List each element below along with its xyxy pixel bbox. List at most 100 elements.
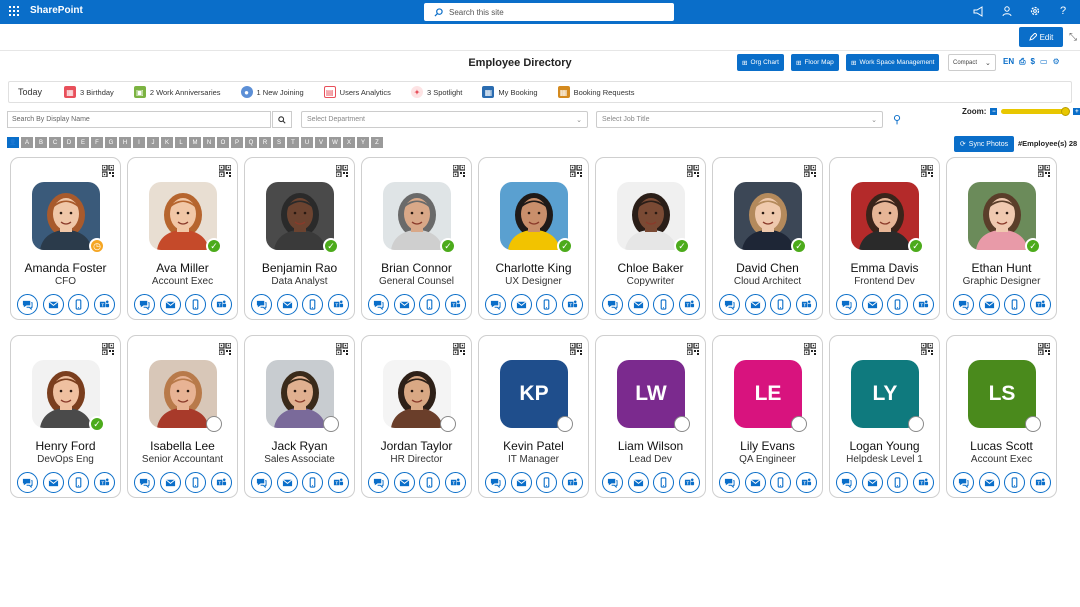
qr-code-icon[interactable] [452,342,466,356]
mail-button[interactable] [744,472,766,493]
phone-button[interactable] [653,472,675,493]
employee-name[interactable]: Lily Evans [713,439,822,453]
employee-name[interactable]: Isabella Lee [128,439,237,453]
avatar[interactable] [149,360,217,428]
employee-card[interactable]: Isabella Lee Senior Accountant T [127,335,238,498]
alphabet-letter-d[interactable]: D [63,137,75,148]
phone-button[interactable] [887,294,909,315]
search-button[interactable] [272,111,292,128]
teams-button[interactable]: T [912,472,934,493]
tab-spotlight[interactable]: ✦ 3 Spotlight [410,86,462,98]
mail-button[interactable] [744,294,766,315]
avatar[interactable] [383,182,451,250]
org-chart-button[interactable]: ⊞ Org Chart [737,54,784,71]
all-users-icon[interactable]: 👤 [7,137,19,148]
phone-button[interactable] [653,294,675,315]
chat-button[interactable] [836,472,857,493]
floor-map-button[interactable]: ⊞ Floor Map [791,54,839,71]
mail-button[interactable] [510,472,532,493]
employee-name[interactable]: Logan Young [830,439,939,453]
chat-button[interactable] [251,472,272,493]
employee-card[interactable]: LY Logan Young Helpdesk Level 1 T [829,335,940,498]
alphabet-letter-k[interactable]: K [161,137,173,148]
avatar[interactable] [851,182,919,250]
employee-name[interactable]: Charlotte King [479,261,588,275]
alphabet-letter-p[interactable]: P [231,137,243,148]
alphabet-letter-v[interactable]: V [315,137,327,148]
employee-name[interactable]: Brian Connor [362,261,471,275]
phone-button[interactable] [536,294,558,315]
help-icon[interactable]: ? [1056,4,1070,18]
phone-button[interactable] [68,472,90,493]
people-icon[interactable] [1000,4,1014,18]
teams-button[interactable]: T [1029,294,1051,315]
megaphone-icon[interactable] [972,4,986,18]
chat-button[interactable] [485,472,506,493]
qr-code-icon[interactable] [920,164,934,178]
tab-new-joining[interactable]: ● 1 New Joining [240,86,304,98]
app-launcher-icon[interactable] [9,6,19,16]
language-select[interactable]: EN [1003,57,1014,67]
employee-card[interactable]: ✓ Brian Connor General Counsel T [361,157,472,320]
settings-icon[interactable]: ⚙ [1053,57,1060,67]
chat-button[interactable] [134,294,155,315]
qr-code-icon[interactable] [803,342,817,356]
employee-name[interactable]: Ethan Hunt [947,261,1056,275]
avatar-initials[interactable]: LS [968,360,1036,428]
brand-name[interactable]: SharePoint [30,5,83,16]
teams-button[interactable]: T [1029,472,1051,493]
employee-card[interactable]: ✓ David Chen Cloud Architect T [712,157,823,320]
name-search-input[interactable]: Search By Display Name [7,111,271,128]
mail-button[interactable] [42,472,64,493]
mail-button[interactable] [627,472,649,493]
gear-icon[interactable] [1028,4,1042,18]
employee-name[interactable]: Emma Davis [830,261,939,275]
qr-code-icon[interactable] [101,164,115,178]
avatar[interactable] [968,182,1036,250]
mail-button[interactable] [276,294,298,315]
alphabet-letter-x[interactable]: X [343,137,355,148]
chat-button[interactable] [602,472,623,493]
qr-code-icon[interactable] [335,164,349,178]
mail-button[interactable] [159,294,181,315]
qr-code-icon[interactable] [569,342,583,356]
mail-button[interactable] [159,472,181,493]
teams-button[interactable]: T [678,472,700,493]
site-search-input[interactable]: Search this site [424,3,674,21]
avatar[interactable] [734,182,802,250]
alphabet-letter-m[interactable]: M [189,137,201,148]
employee-name[interactable]: David Chen [713,261,822,275]
qr-code-icon[interactable] [218,342,232,356]
employee-name[interactable]: Ava Miller [128,261,237,275]
alphabet-letter-j[interactable]: J [147,137,159,148]
department-select[interactable]: Select Department ⌄ [301,111,588,128]
chat-button[interactable] [17,294,38,315]
teams-button[interactable]: T [93,294,115,315]
tab-today[interactable]: Today [18,87,42,97]
zoom-in-button[interactable]: + [1073,108,1080,115]
qr-code-icon[interactable] [335,342,349,356]
employee-card[interactable]: ✓ Emma Davis Frontend Dev T [829,157,940,320]
employee-name[interactable]: Benjamin Rao [245,261,354,275]
phone-button[interactable] [419,472,441,493]
avatar-initials[interactable]: LY [851,360,919,428]
alphabet-letter-e[interactable]: E [77,137,89,148]
filter-icon[interactable]: ⚲ [893,113,901,126]
employee-card[interactable]: LS Lucas Scott Account Exec T [946,335,1057,498]
mail-button[interactable] [42,294,64,315]
avatar[interactable] [617,182,685,250]
employee-card[interactable]: ◷ Amanda Foster CFO T [10,157,121,320]
mail-button[interactable] [861,294,883,315]
phone-button[interactable] [1004,294,1026,315]
avatar[interactable] [32,360,100,428]
qr-code-icon[interactable] [920,342,934,356]
alphabet-letter-r[interactable]: R [259,137,271,148]
phone-button[interactable] [419,294,441,315]
employee-card[interactable]: ✓ Charlotte King UX Designer T [478,157,589,320]
chat-button[interactable] [836,294,857,315]
qr-code-icon[interactable] [1037,342,1051,356]
qr-code-icon[interactable] [218,164,232,178]
zoom-slider-handle[interactable] [1061,107,1071,116]
employee-name[interactable]: Amanda Foster [11,261,120,275]
alphabet-letter-z[interactable]: Z [371,137,383,148]
